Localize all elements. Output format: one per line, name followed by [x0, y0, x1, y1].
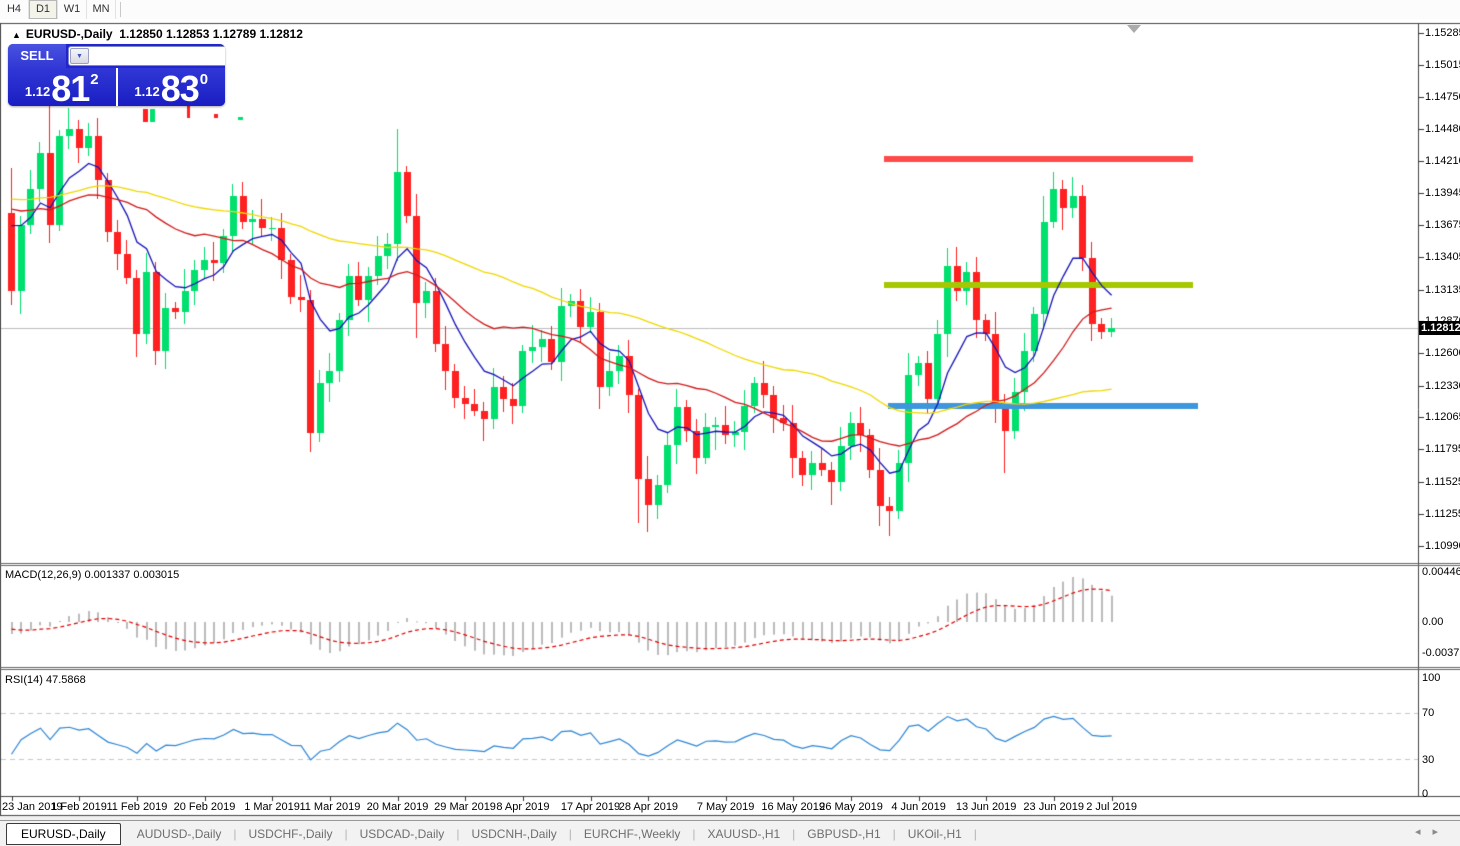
current-price-badge: 1.12812	[1419, 321, 1460, 335]
chart-window: ▲ EURUSD-,Daily 1.12850 1.12853 1.12789 1…	[0, 19, 1460, 820]
macd-indicator-label: MACD(12,26,9) 0.001337 0.003015	[5, 569, 179, 581]
buy-price-big: 83	[161, 74, 199, 103]
date-axis-label: 29 Mar 2019	[434, 801, 496, 813]
rsi-axis-label: 70	[1422, 707, 1434, 719]
timeframe-toolbar: H4 D1 W1 MN	[0, 0, 1460, 20]
date-axis-label: 13 Jun 2019	[956, 801, 1017, 813]
quote-open: 1.12850	[119, 27, 162, 41]
buy-price-small: 1.12	[134, 84, 159, 99]
quote-high: 1.12853	[166, 27, 209, 41]
price-axis-label: 1.11795	[1425, 443, 1460, 455]
tab-separator: |	[974, 827, 977, 841]
price-axis-label: 1.14750	[1425, 91, 1460, 103]
volume-down-button[interactable]: ▼	[70, 48, 89, 64]
date-axis-label: 17 Apr 2019	[561, 801, 620, 813]
tab-scroll-left-icon[interactable]: ◂	[1415, 826, 1433, 838]
quote-close: 1.12812	[259, 27, 302, 41]
date-axis-label: 20 Feb 2019	[174, 801, 236, 813]
tab-scroll-arrows[interactable]: ◂▸	[1415, 825, 1450, 838]
date-axis-label: 28 Apr 2019	[619, 801, 678, 813]
chart-tab-usdchf-daily[interactable]: USDCHF-,Daily	[237, 824, 345, 844]
date-axis-label: 7 May 2019	[697, 801, 754, 813]
chart-symbol-label: EURUSD-,Daily	[26, 27, 113, 41]
quote-low: 1.12789	[213, 27, 256, 41]
date-axis-label: 11 Feb 2019	[106, 801, 167, 813]
price-axis-label: 1.10990	[1425, 540, 1460, 552]
price-axis-label: 1.11525	[1425, 476, 1460, 488]
buy-price-sup: 0	[200, 71, 208, 88]
sell-price-small: 1.12	[25, 84, 50, 99]
sell-label: SELL	[8, 44, 66, 68]
price-axis-label: 1.15015	[1425, 59, 1460, 71]
timeframe-button-mn[interactable]: MN	[87, 0, 116, 19]
toolbar-separator	[120, 2, 121, 17]
price-axis-label: 1.12065	[1425, 411, 1460, 423]
price-axis-label: 1.13675	[1425, 219, 1460, 231]
chart-tab-ukoil-h1[interactable]: UKOil-,H1	[896, 824, 974, 844]
chart-tab-usdcnh-daily[interactable]: USDCNH-,Daily	[459, 824, 568, 844]
tab-scroll-right-icon[interactable]: ▸	[1432, 826, 1450, 838]
rsi-axis-label: 100	[1422, 672, 1440, 684]
buy-price-button[interactable]: 1.12 83 0	[118, 68, 226, 106]
price-axis-label: 1.13135	[1425, 284, 1460, 296]
macd-axis-label: 0.00	[1422, 616, 1443, 628]
sell-price-big: 81	[51, 74, 89, 103]
timeframe-button-d1[interactable]: D1	[29, 0, 58, 19]
price-axis-label: 1.13945	[1425, 187, 1460, 199]
chart-tab-eurusd-daily[interactable]: EURUSD-,Daily	[6, 823, 121, 845]
timeframe-button-w1[interactable]: W1	[58, 0, 87, 19]
date-axis-label: 4 Jun 2019	[891, 801, 945, 813]
price-axis-label: 1.12330	[1425, 380, 1460, 392]
chart-tab-xauusd-h1[interactable]: XAUUSD-,H1	[695, 824, 792, 844]
price-axis-label: 1.14210	[1425, 155, 1460, 167]
date-axis-label: 20 Mar 2019	[367, 801, 429, 813]
price-axis-label: 1.14480	[1425, 123, 1460, 135]
sell-price-button[interactable]: 1.12 81 2	[8, 68, 118, 106]
date-axis-label: 8 Apr 2019	[496, 801, 549, 813]
macd-axis-label: 0.004465	[1422, 566, 1460, 578]
chart-tab-gbpusd-h1[interactable]: GBPUSD-,H1	[795, 824, 892, 844]
rsi-axis-label: 30	[1422, 754, 1434, 766]
date-axis-label: 11 Mar 2019	[299, 801, 360, 813]
rsi-indicator-label: RSI(14) 47.5868	[5, 674, 86, 686]
chart-tab-usdcad-daily[interactable]: USDCAD-,Daily	[348, 824, 457, 844]
timeframe-button-h4[interactable]: H4	[0, 0, 29, 19]
macd-axis-label: -0.003715	[1422, 647, 1460, 659]
date-axis-label: 26 May 2019	[819, 801, 883, 813]
price-axis-label: 1.12600	[1425, 347, 1460, 359]
date-axis-label: 23 Jun 2019	[1023, 801, 1084, 813]
date-axis-label: 1 Feb 2019	[51, 801, 107, 813]
price-axis-label: 1.11255	[1425, 508, 1460, 520]
date-axis-label: 1 Mar 2019	[244, 801, 300, 813]
chart-canvas[interactable]	[0, 19, 1460, 820]
one-click-trading-panel: SELL ▼ ▲ BUY 1.12 81 2 1.12 83 0	[8, 44, 225, 106]
chart-shift-marker-icon[interactable]	[1127, 25, 1141, 33]
price-axis-label: 1.13405	[1425, 251, 1460, 263]
chart-tab-bar: EURUSD-,DailyAUDUSD-,Daily | USDCHF-,Daily…	[0, 820, 1460, 846]
sell-price-sup: 2	[90, 71, 98, 88]
chart-tab-eurchf-weekly[interactable]: EURCHF-,Weekly	[572, 824, 692, 844]
date-axis-label: 16 May 2019	[761, 801, 825, 813]
volume-control: ▼ ▲	[68, 46, 225, 66]
date-axis-label: 2 Jul 2019	[1086, 801, 1137, 813]
rsi-axis-label: 0	[1422, 788, 1428, 800]
price-axis-label: 1.15285	[1425, 27, 1460, 39]
chart-tab-audusd-daily[interactable]: AUDUSD-,Daily	[125, 824, 234, 844]
one-click-panel-toggle-icon[interactable]: ▲	[12, 30, 21, 40]
volume-input[interactable]	[90, 47, 225, 65]
chart-title: ▲ EURUSD-,Daily 1.12850 1.12853 1.12789 1…	[12, 27, 303, 41]
